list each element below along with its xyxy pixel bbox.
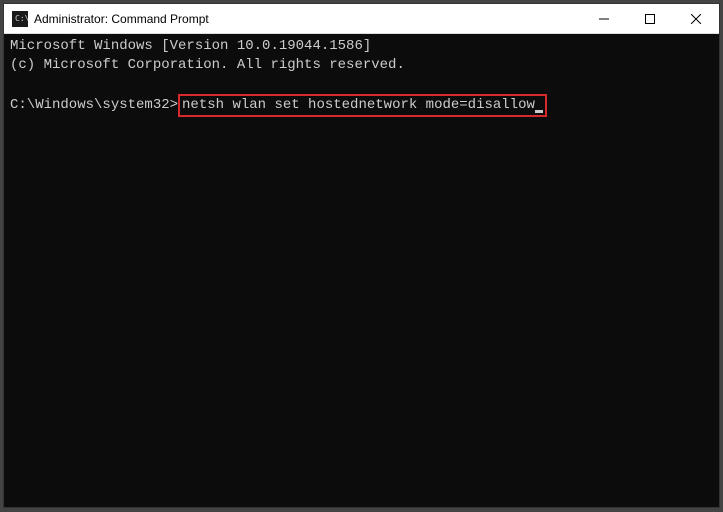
svg-text:C:\: C:\	[15, 14, 28, 23]
window-controls	[581, 4, 719, 33]
window-title: Administrator: Command Prompt	[34, 12, 581, 26]
typed-command: netsh wlan set hostednetwork mode=disall…	[182, 97, 535, 113]
prompt: C:\Windows\system32>	[10, 97, 178, 113]
cursor-icon	[535, 110, 543, 113]
maximize-button[interactable]	[627, 4, 673, 33]
command-highlight: netsh wlan set hostednetwork mode=disall…	[178, 94, 547, 117]
minimize-button[interactable]	[581, 4, 627, 33]
titlebar[interactable]: C:\ Administrator: Command Prompt	[4, 4, 719, 34]
version-line: Microsoft Windows [Version 10.0.19044.15…	[10, 38, 371, 54]
terminal-output[interactable]: Microsoft Windows [Version 10.0.19044.15…	[4, 34, 719, 507]
cmd-icon: C:\	[12, 11, 28, 27]
copyright-line: (c) Microsoft Corporation. All rights re…	[10, 57, 405, 73]
close-button[interactable]	[673, 4, 719, 33]
command-prompt-window: C:\ Administrator: Command Prompt Micros…	[3, 3, 720, 508]
